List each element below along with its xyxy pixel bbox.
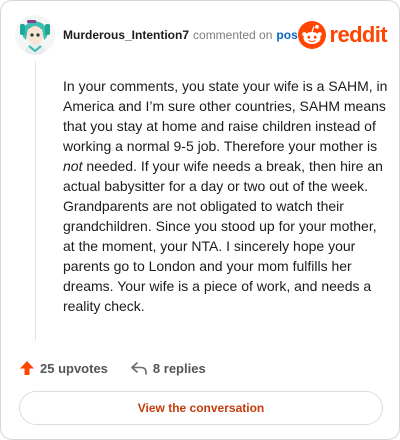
- upvotes-stat[interactable]: 25 upvotes: [19, 360, 108, 376]
- reddit-snoo-icon: [298, 21, 327, 49]
- post-link[interactable]: post: [276, 28, 298, 42]
- reddit-wordmark: reddit: [329, 22, 387, 47]
- upvote-arrow-icon: [20, 361, 34, 375]
- comment-meta: Murderous_Intention7 commented on post: [63, 28, 298, 42]
- reddit-logo[interactable]: reddit: [298, 21, 388, 49]
- username-link[interactable]: Murderous_Intention7: [63, 28, 189, 42]
- comment-body-emphasis: not: [63, 158, 83, 174]
- comment-footer: 25 upvotes 8 replies: [19, 358, 206, 378]
- comment-body: In your comments, you state your wife is…: [63, 76, 389, 316]
- comment-header: Murderous_Intention7 commented on post r…: [15, 15, 388, 55]
- comment-body-start: In your comments, you state your wife is…: [63, 78, 388, 154]
- comment-body-end: needed. If your wife needs a break, then…: [63, 158, 383, 314]
- avatar[interactable]: [15, 15, 55, 55]
- reply-arrow-icon: [131, 362, 147, 375]
- thread-line: [35, 61, 36, 341]
- action-text: commented on: [193, 28, 273, 42]
- avatar-icon: [15, 15, 55, 55]
- comment-card: Murderous_Intention7 commented on post r…: [0, 0, 400, 440]
- view-conversation-button[interactable]: View the conversation: [19, 391, 383, 425]
- replies-label: 8 replies: [152, 360, 206, 376]
- upvotes-label: 25 upvotes: [40, 360, 108, 376]
- replies-stat[interactable]: 8 replies: [130, 360, 206, 376]
